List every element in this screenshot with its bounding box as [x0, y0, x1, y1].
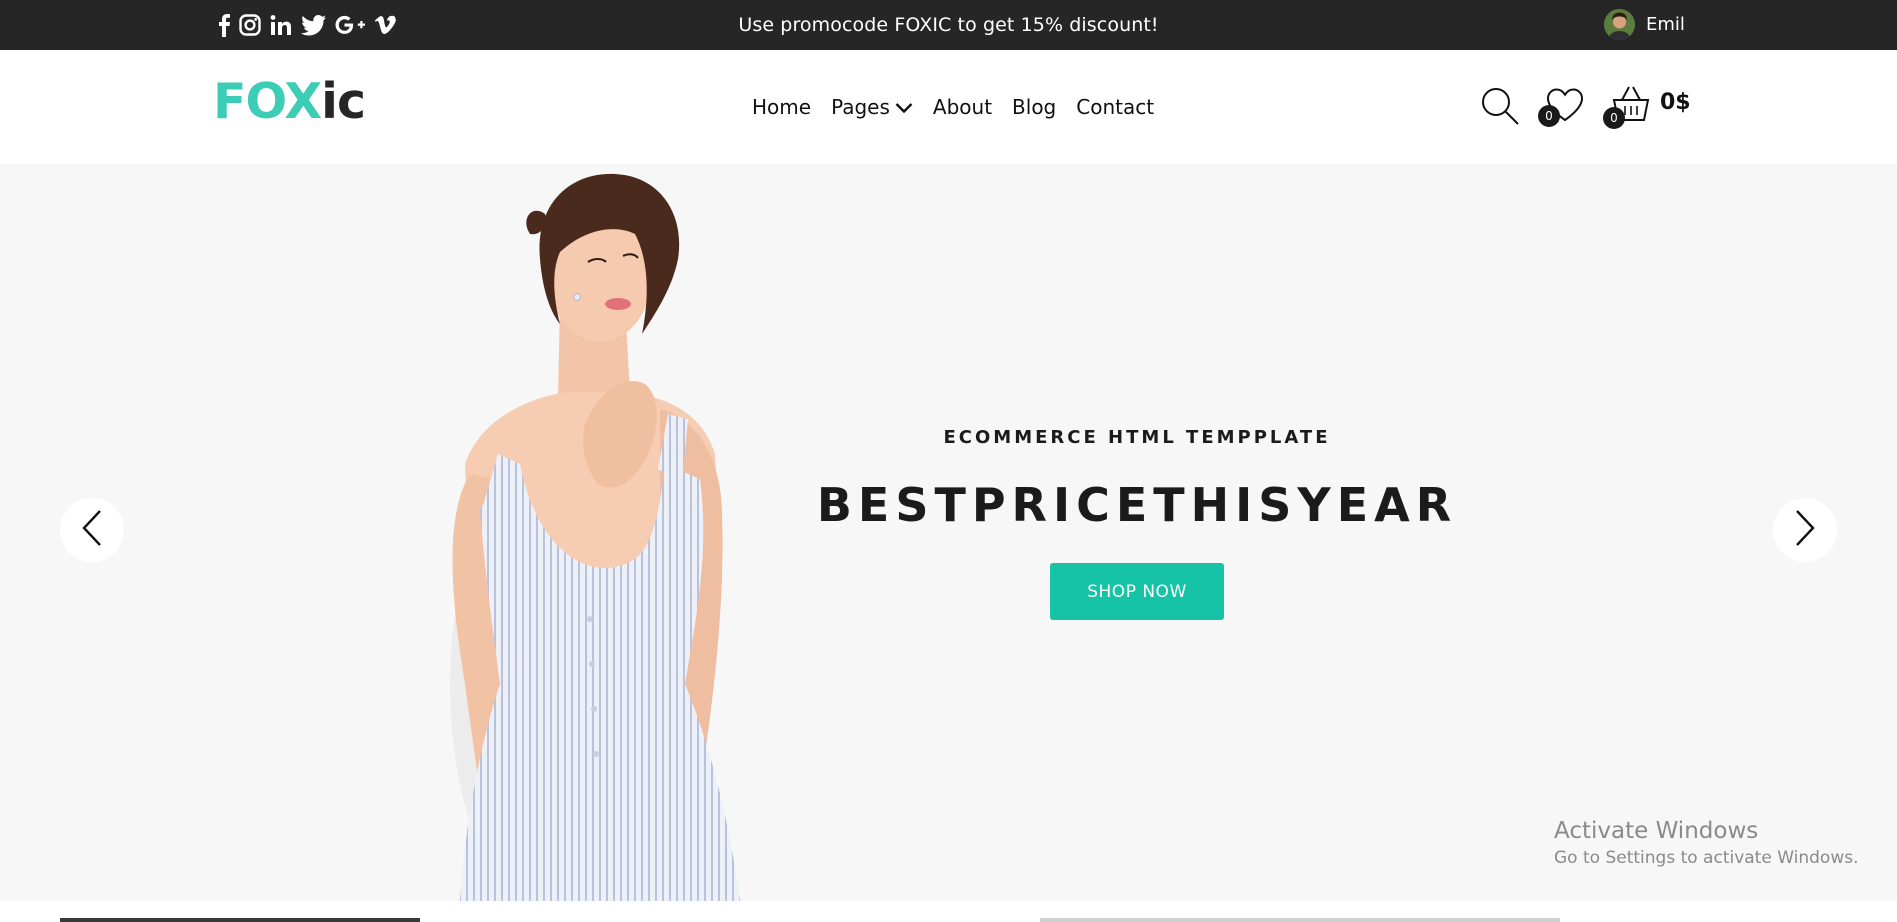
- nav-about[interactable]: About: [933, 92, 992, 122]
- wishlist-button[interactable]: 0: [1538, 87, 1585, 127]
- nav-blog[interactable]: Blog: [1012, 92, 1056, 122]
- twitter-icon[interactable]: [301, 12, 326, 38]
- site-logo[interactable]: FOXic: [213, 72, 366, 132]
- chevron-down-icon: [895, 95, 913, 119]
- cart-button[interactable]: 0: [1603, 84, 1652, 129]
- linkedin-icon[interactable]: [270, 12, 292, 38]
- wishlist-count-badge: 0: [1538, 105, 1560, 127]
- cart-count-badge: 0: [1603, 107, 1625, 129]
- social-links: [218, 12, 396, 38]
- hero-title: BESTPRICETHISYEAR: [816, 478, 1458, 532]
- hero-content: ECOMMERCE HTML TEMPPLATE BESTPRICETHISYE…: [0, 164, 1897, 901]
- hero-slider: ECOMMERCE HTML TEMPPLATE BESTPRICETHISYE…: [0, 164, 1897, 901]
- divider: [1040, 918, 1560, 922]
- nav-home[interactable]: Home: [752, 92, 811, 122]
- vimeo-icon[interactable]: [374, 12, 396, 38]
- nav-blog-label: Blog: [1012, 95, 1057, 119]
- main-header: FOXic Home Pages About Blog Contact 0 0 …: [0, 50, 1897, 164]
- user-account[interactable]: Emil: [1604, 9, 1685, 40]
- logo-part-fox: FOX: [213, 73, 322, 130]
- cart-total: 0$: [1660, 90, 1691, 115]
- shop-now-button[interactable]: SHOP NOW: [1050, 563, 1224, 620]
- user-name: Emil: [1646, 14, 1685, 35]
- chevron-right-icon: [1794, 509, 1816, 551]
- main-nav: Home Pages About Blog Contact: [752, 92, 1174, 122]
- divider: [60, 918, 420, 922]
- nav-pages[interactable]: Pages: [831, 92, 913, 122]
- nav-contact-label: Contact: [1076, 95, 1155, 119]
- nav-home-label: Home: [752, 95, 812, 119]
- hero-subtitle: ECOMMERCE HTML TEMPPLATE: [943, 427, 1331, 448]
- nav-pages-label: Pages: [831, 95, 890, 119]
- logo-part-ic: ic: [321, 73, 366, 130]
- instagram-icon[interactable]: [239, 12, 261, 38]
- avatar: [1604, 9, 1635, 40]
- search-icon[interactable]: [1480, 86, 1520, 130]
- top-bar: Use promocode FOXIC to get 15% discount!…: [0, 0, 1897, 50]
- nav-about-label: About: [932, 95, 993, 119]
- chevron-left-icon: [81, 509, 103, 551]
- slider-prev-button[interactable]: [60, 498, 124, 562]
- slider-next-button[interactable]: [1773, 498, 1837, 562]
- facebook-icon[interactable]: [218, 12, 230, 38]
- hero-model-image: [410, 164, 880, 901]
- google-plus-icon[interactable]: [335, 12, 365, 38]
- nav-contact[interactable]: Contact: [1076, 92, 1154, 122]
